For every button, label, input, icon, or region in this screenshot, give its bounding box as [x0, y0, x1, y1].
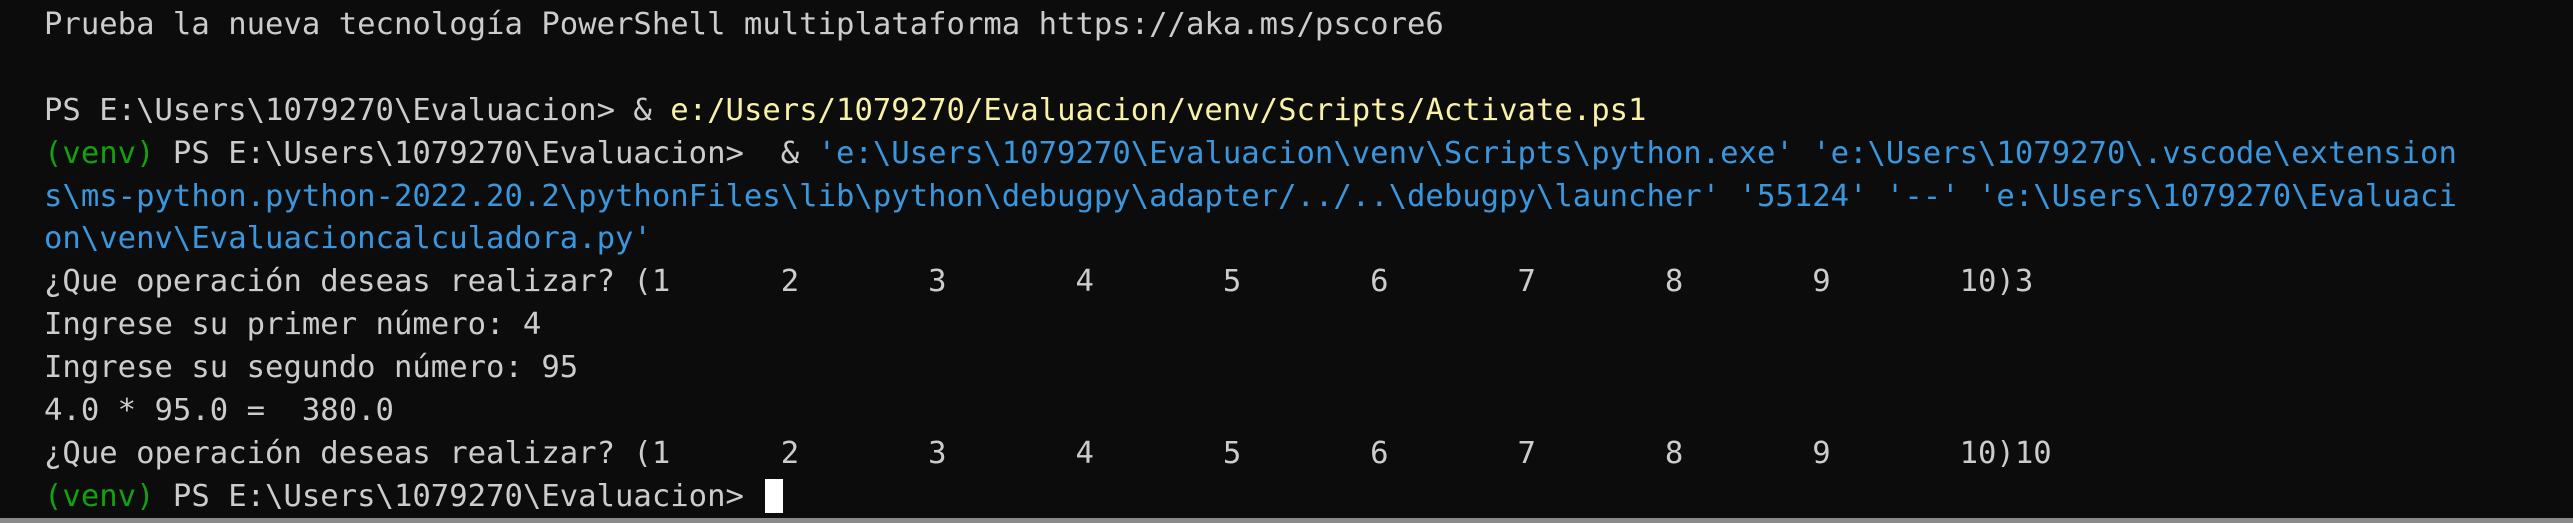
- first-number-line: Ingrese su primer número: 4: [44, 304, 2573, 347]
- terminal-window[interactable]: Prueba la nueva tecnología PowerShell mu…: [0, 0, 2573, 523]
- activate-command-line: PS E:\Users\1079270\Evaluacion> & e:/Use…: [44, 90, 2573, 133]
- text-cursor[interactable]: [765, 478, 784, 513]
- prompt-text: PS E:\Users\1079270\Evaluacion> &: [154, 135, 818, 171]
- window-bottom-border: [0, 518, 2573, 523]
- venv-tag: (venv): [44, 135, 155, 171]
- first-number-text: Ingrese su primer número: 4: [44, 307, 542, 343]
- result-text: 4.0 * 95.0 = 380.0: [44, 393, 394, 429]
- command-args: s\ms-python.python-2022.20.2\pythonFiles…: [44, 178, 2457, 214]
- second-number-text: Ingrese su segundo número: 95: [44, 350, 579, 386]
- command-args: on\venv\Evaluacioncalculadora.py': [44, 221, 652, 257]
- operation-menu-text: ¿Que operación deseas realizar? (1 2 3 4…: [44, 435, 2052, 471]
- python-command-line-3: on\venv\Evaluacioncalculadora.py': [44, 218, 2573, 261]
- prompt-text: PS E:\Users\1079270\Evaluacion>: [154, 478, 763, 514]
- operation-menu-line: ¿Que operación deseas realizar? (1 2 3 4…: [44, 261, 2573, 304]
- activate-script-path: e:/Users/1079270/Evaluacion/venv/Scripts…: [670, 92, 1647, 128]
- ampersand-operator: &: [633, 92, 671, 128]
- operation-menu-text: ¿Que operación deseas realizar? (1 2 3 4…: [44, 264, 2034, 300]
- result-line: 4.0 * 95.0 = 380.0: [44, 390, 2573, 433]
- command-args: 'e:\Users\1079270\Evaluacion\venv\Script…: [817, 135, 2457, 171]
- banner-text: Prueba la nueva tecnología PowerShell mu…: [44, 7, 1444, 42]
- current-prompt-line[interactable]: (venv) PS E:\Users\1079270\Evaluacion>: [44, 476, 2573, 519]
- python-command-line-2: s\ms-python.python-2022.20.2\pythonFiles…: [44, 176, 2573, 219]
- second-number-line: Ingrese su segundo número: 95: [44, 347, 2573, 390]
- venv-tag: (venv): [44, 478, 155, 514]
- banner-line: Prueba la nueva tecnología PowerShell mu…: [44, 4, 2573, 47]
- operation-menu-line: ¿Que operación deseas realizar? (1 2 3 4…: [44, 433, 2573, 476]
- prompt-text: PS E:\Users\1079270\Evaluacion>: [44, 92, 634, 128]
- python-command-line-1: (venv) PS E:\Users\1079270\Evaluacion> &…: [44, 133, 2573, 176]
